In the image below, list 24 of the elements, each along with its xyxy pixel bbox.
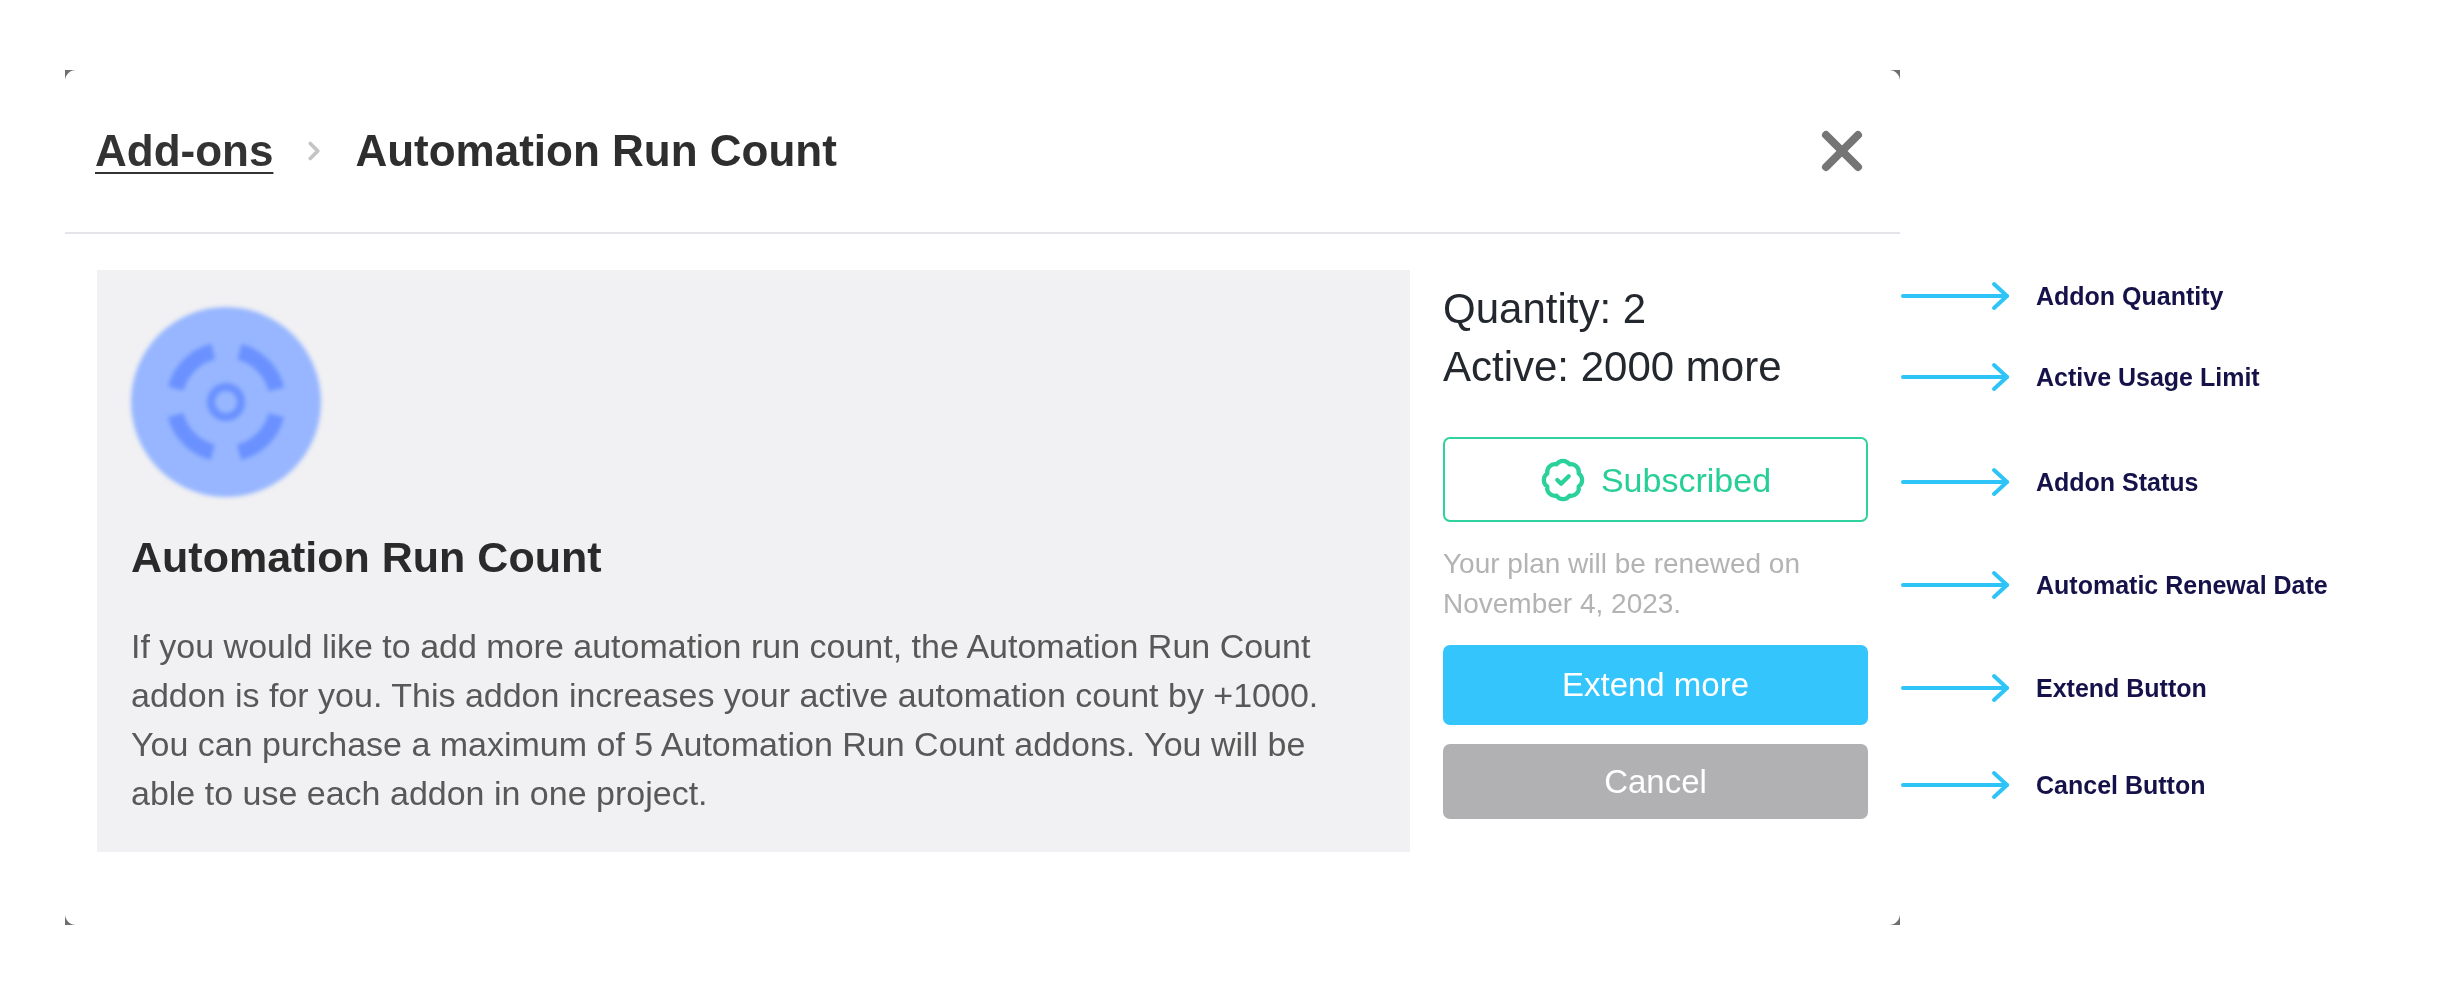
annotation-label: Addon Quantity [2036, 281, 2224, 311]
annotation-label: Cancel Button [2036, 770, 2206, 800]
frame-corner-icon [1889, 914, 1900, 925]
frame-corner-icon [65, 914, 76, 925]
annotation-label: Automatic Renewal Date [2036, 570, 2328, 600]
active-limit-text: Active: 2000 more [1443, 342, 1783, 392]
status-label: Subscribed [1600, 459, 1772, 500]
breadcrumb-link[interactable]: Add-ons [95, 123, 274, 179]
circle-ring-icon [131, 307, 321, 497]
cancel-button[interactable]: Cancel [1443, 744, 1868, 819]
renewal-note: Your plan will be renewed on November 4, 2023. [1443, 547, 1801, 621]
annotation-label: Addon Status [2036, 467, 2199, 497]
annotation-label: Extend Button [2036, 673, 2207, 703]
quantity-text: Quantity: 2 [1443, 284, 1648, 334]
addon-description: If you would like to add more automation run count, the Automation Run Count addon is for you. This addon increases your active automation count by +1000. You can purchase a maximum of 5 Automation Run Count addons. You will be able to use each addon in one project. [131, 626, 1320, 814]
badge-check-icon [1539, 456, 1586, 503]
addon-title: Automation Run Count [131, 533, 602, 581]
close-button[interactable] [1821, 130, 1863, 172]
breadcrumb-current: Automation Run Count [355, 125, 837, 177]
close-icon [1821, 130, 1863, 172]
extend-button[interactable]: Extend more [1443, 645, 1868, 725]
annotation-label: Active Usage Limit [2036, 362, 2260, 392]
frame-corner-icon [65, 70, 76, 81]
frame-corner-icon [1889, 70, 1900, 81]
